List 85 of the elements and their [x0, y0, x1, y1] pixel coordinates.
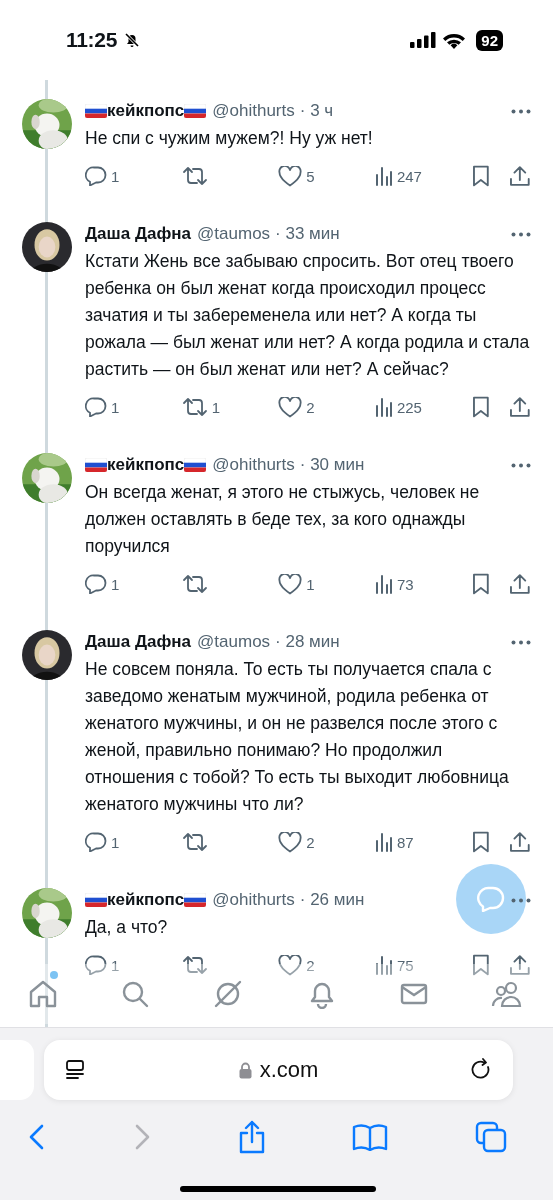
like-count: 5 [306, 167, 315, 185]
bookmark-icon[interactable] [471, 954, 490, 976]
repost-icon[interactable] [181, 574, 208, 594]
reply-count: 1 [111, 167, 120, 185]
reply-icon[interactable] [85, 166, 107, 186]
like-count: 2 [306, 398, 315, 416]
reply-icon[interactable] [85, 832, 107, 852]
repost-icon[interactable] [181, 832, 208, 852]
post-text: Да, а что? [85, 916, 169, 939]
author-handle[interactable]: @taumos [197, 632, 271, 652]
battery-level: 92 [476, 29, 503, 51]
address-bar[interactable]: x.com [44, 1040, 513, 1100]
heart-icon[interactable] [278, 831, 303, 853]
share-icon[interactable] [509, 396, 531, 418]
post-time: · 3 ч [299, 101, 334, 121]
repost-icon[interactable] [181, 955, 208, 975]
bookmark-icon[interactable] [471, 831, 490, 853]
bookmark-icon[interactable] [471, 165, 490, 187]
author-name[interactable]: Даша Дафна [85, 632, 192, 652]
author-name[interactable]: кейкпопс [107, 455, 185, 475]
back-icon[interactable] [28, 1123, 46, 1151]
tabs-icon[interactable] [475, 1121, 507, 1153]
bookmark-icon[interactable] [471, 573, 490, 595]
post-text: Не совсем поняла. То есть ты получается спала с заведомо женатым мужчиной, родила ребенка от женатого мужчины, и он не развелся после этого с женой, правильно понимаю? Но продолжил отношения с тобой? То есть ты выходит любовница женатого мужчины что ли? [85, 658, 510, 816]
view-count: 225 [396, 398, 422, 416]
post-time: · 33 мин [275, 224, 340, 244]
view-count: 247 [396, 167, 422, 185]
repost-count: 1 [211, 398, 220, 416]
author-handle[interactable]: @ohithurts [212, 101, 295, 121]
heart-icon[interactable] [278, 954, 303, 976]
post-time: · 28 мин [275, 632, 340, 652]
share-icon[interactable] [509, 831, 531, 853]
post-time: · 26 мин [299, 890, 365, 910]
repost-icon[interactable] [181, 397, 208, 417]
book-icon[interactable] [352, 1123, 389, 1151]
more-icon[interactable] [511, 639, 531, 645]
reply-icon[interactable] [85, 574, 107, 594]
chart-icon[interactable] [374, 574, 393, 594]
heart-icon[interactable] [278, 165, 303, 187]
post-time: · 30 мин [299, 455, 365, 475]
chart-icon[interactable] [374, 832, 393, 852]
home-icon[interactable] [28, 979, 58, 1009]
signal-icon [410, 32, 437, 48]
author-name[interactable]: кейкпопс [107, 890, 185, 910]
chart-icon[interactable] [374, 955, 393, 975]
author-handle[interactable]: @ohithurts [212, 890, 295, 910]
chart-icon[interactable] [374, 397, 393, 417]
share-icon[interactable] [509, 165, 531, 187]
share-icon[interactable] [509, 573, 531, 595]
share-icon[interactable] [509, 954, 531, 976]
reply-icon[interactable] [85, 955, 107, 975]
post-text: Он всегда женат, я этого не стыжусь, человек не должен оставлять в беде тех, за кого однажды поручился [85, 481, 481, 558]
chat-bubble-icon [477, 886, 505, 912]
post-text: Кстати Жень все забываю спросить. Вот отец твоего ребенка он был женат когда происходил процесс зачатия и ты забеременела или нет? А когда ты рожала — был женат или нет? А когда родила и стала растить — он был женат или нет? А сейчас? [85, 250, 531, 381]
more-icon[interactable] [511, 108, 531, 114]
reply-count: 1 [111, 398, 120, 416]
like-count: 1 [306, 575, 315, 593]
lock-icon [238, 1061, 252, 1079]
author-name[interactable]: кейкпопс [107, 101, 185, 121]
author-name[interactable]: Даша Дафна [85, 224, 192, 244]
url-text: x.com [259, 1057, 319, 1083]
like-count: 2 [306, 833, 315, 851]
chart-icon[interactable] [374, 166, 393, 186]
heart-icon[interactable] [278, 573, 303, 595]
view-count: 87 [396, 833, 414, 851]
more-icon[interactable] [511, 231, 531, 237]
share-icon[interactable] [237, 1120, 266, 1154]
search-icon[interactable] [120, 979, 151, 1009]
author-handle[interactable]: @taumos [197, 224, 271, 244]
reply-icon[interactable] [85, 397, 107, 417]
heart-icon[interactable] [278, 396, 303, 418]
reply-count: 1 [111, 575, 120, 593]
bookmark-icon[interactable] [471, 396, 490, 418]
author-handle[interactable]: @ohithurts [212, 455, 295, 475]
post-text: Не спи с чужим мужем?! Ну уж нет! [85, 127, 374, 150]
reply-count: 1 [111, 956, 120, 974]
clock-time: 11:25 [66, 28, 118, 52]
more-icon[interactable] [511, 462, 531, 468]
view-count: 73 [396, 575, 414, 593]
repost-icon[interactable] [181, 166, 208, 186]
page-menu-icon[interactable] [64, 1059, 86, 1081]
wifi-icon [442, 31, 467, 49]
like-count: 2 [306, 956, 315, 974]
reply-count: 1 [111, 833, 120, 851]
view-count: 75 [396, 956, 414, 974]
